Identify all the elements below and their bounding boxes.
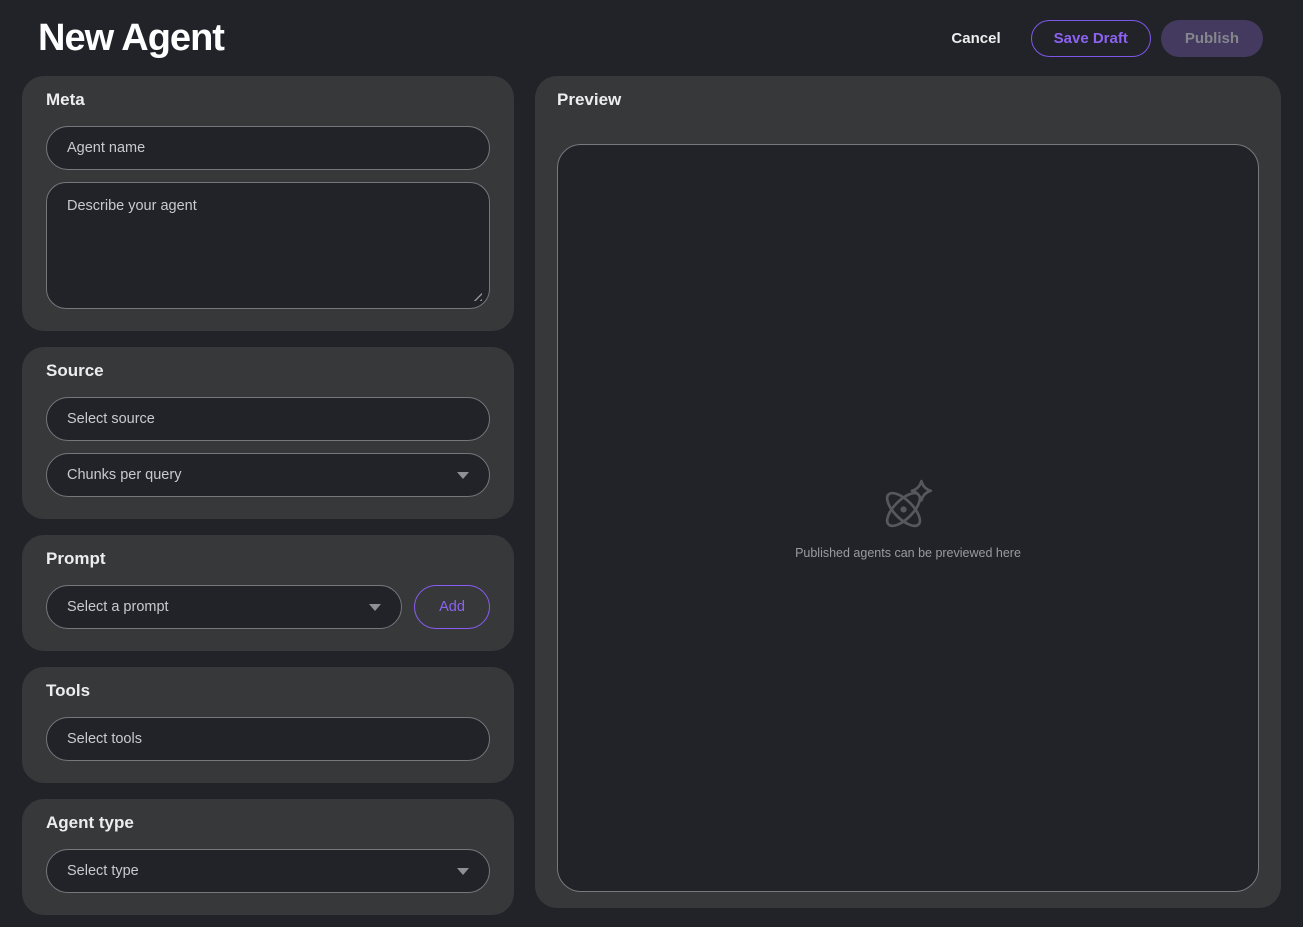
agent-type-card: Agent type Select type	[22, 799, 514, 915]
tools-card: Tools	[22, 667, 514, 783]
caret-down-icon	[457, 472, 469, 479]
select-tools-input[interactable]	[46, 717, 490, 761]
publish-button[interactable]: Publish	[1161, 20, 1263, 57]
agent-type-title: Agent type	[46, 813, 490, 833]
agent-form: Meta Source Chunks per query Prompt	[22, 76, 514, 915]
select-source-input[interactable]	[46, 397, 490, 441]
preview-title: Preview	[557, 90, 1259, 110]
meta-card: Meta	[22, 76, 514, 331]
chunks-per-query-label: Chunks per query	[67, 467, 181, 483]
prompt-title: Prompt	[46, 549, 490, 569]
atom-sparkle-icon	[879, 476, 937, 534]
add-prompt-button[interactable]: Add	[414, 585, 490, 629]
main-content: Meta Source Chunks per query Prompt	[0, 70, 1303, 915]
page-title: New Agent	[38, 17, 224, 60]
header-actions: Cancel Save Draft Publish	[939, 20, 1263, 57]
source-card: Source Chunks per query	[22, 347, 514, 519]
preview-card: Preview Published agents can be previewe…	[535, 76, 1281, 908]
caret-down-icon	[457, 868, 469, 875]
cancel-button[interactable]: Cancel	[939, 20, 1012, 57]
prompt-select-label: Select a prompt	[67, 599, 169, 615]
source-title: Source	[46, 361, 490, 381]
preview-empty-text: Published agents can be previewed here	[795, 546, 1021, 560]
agent-description-textarea[interactable]	[46, 182, 490, 309]
header: New Agent Cancel Save Draft Publish	[0, 0, 1303, 70]
agent-name-input[interactable]	[46, 126, 490, 170]
prompt-select[interactable]: Select a prompt	[46, 585, 402, 629]
agent-type-select[interactable]: Select type	[46, 849, 490, 893]
agent-type-select-label: Select type	[67, 863, 139, 879]
save-draft-button[interactable]: Save Draft	[1031, 20, 1151, 57]
caret-down-icon	[369, 604, 381, 611]
prompt-card: Prompt Select a prompt Add	[22, 535, 514, 651]
chunks-per-query-select[interactable]: Chunks per query	[46, 453, 490, 497]
preview-panel: Published agents can be previewed here	[557, 144, 1259, 892]
meta-title: Meta	[46, 90, 490, 110]
tools-title: Tools	[46, 681, 490, 701]
